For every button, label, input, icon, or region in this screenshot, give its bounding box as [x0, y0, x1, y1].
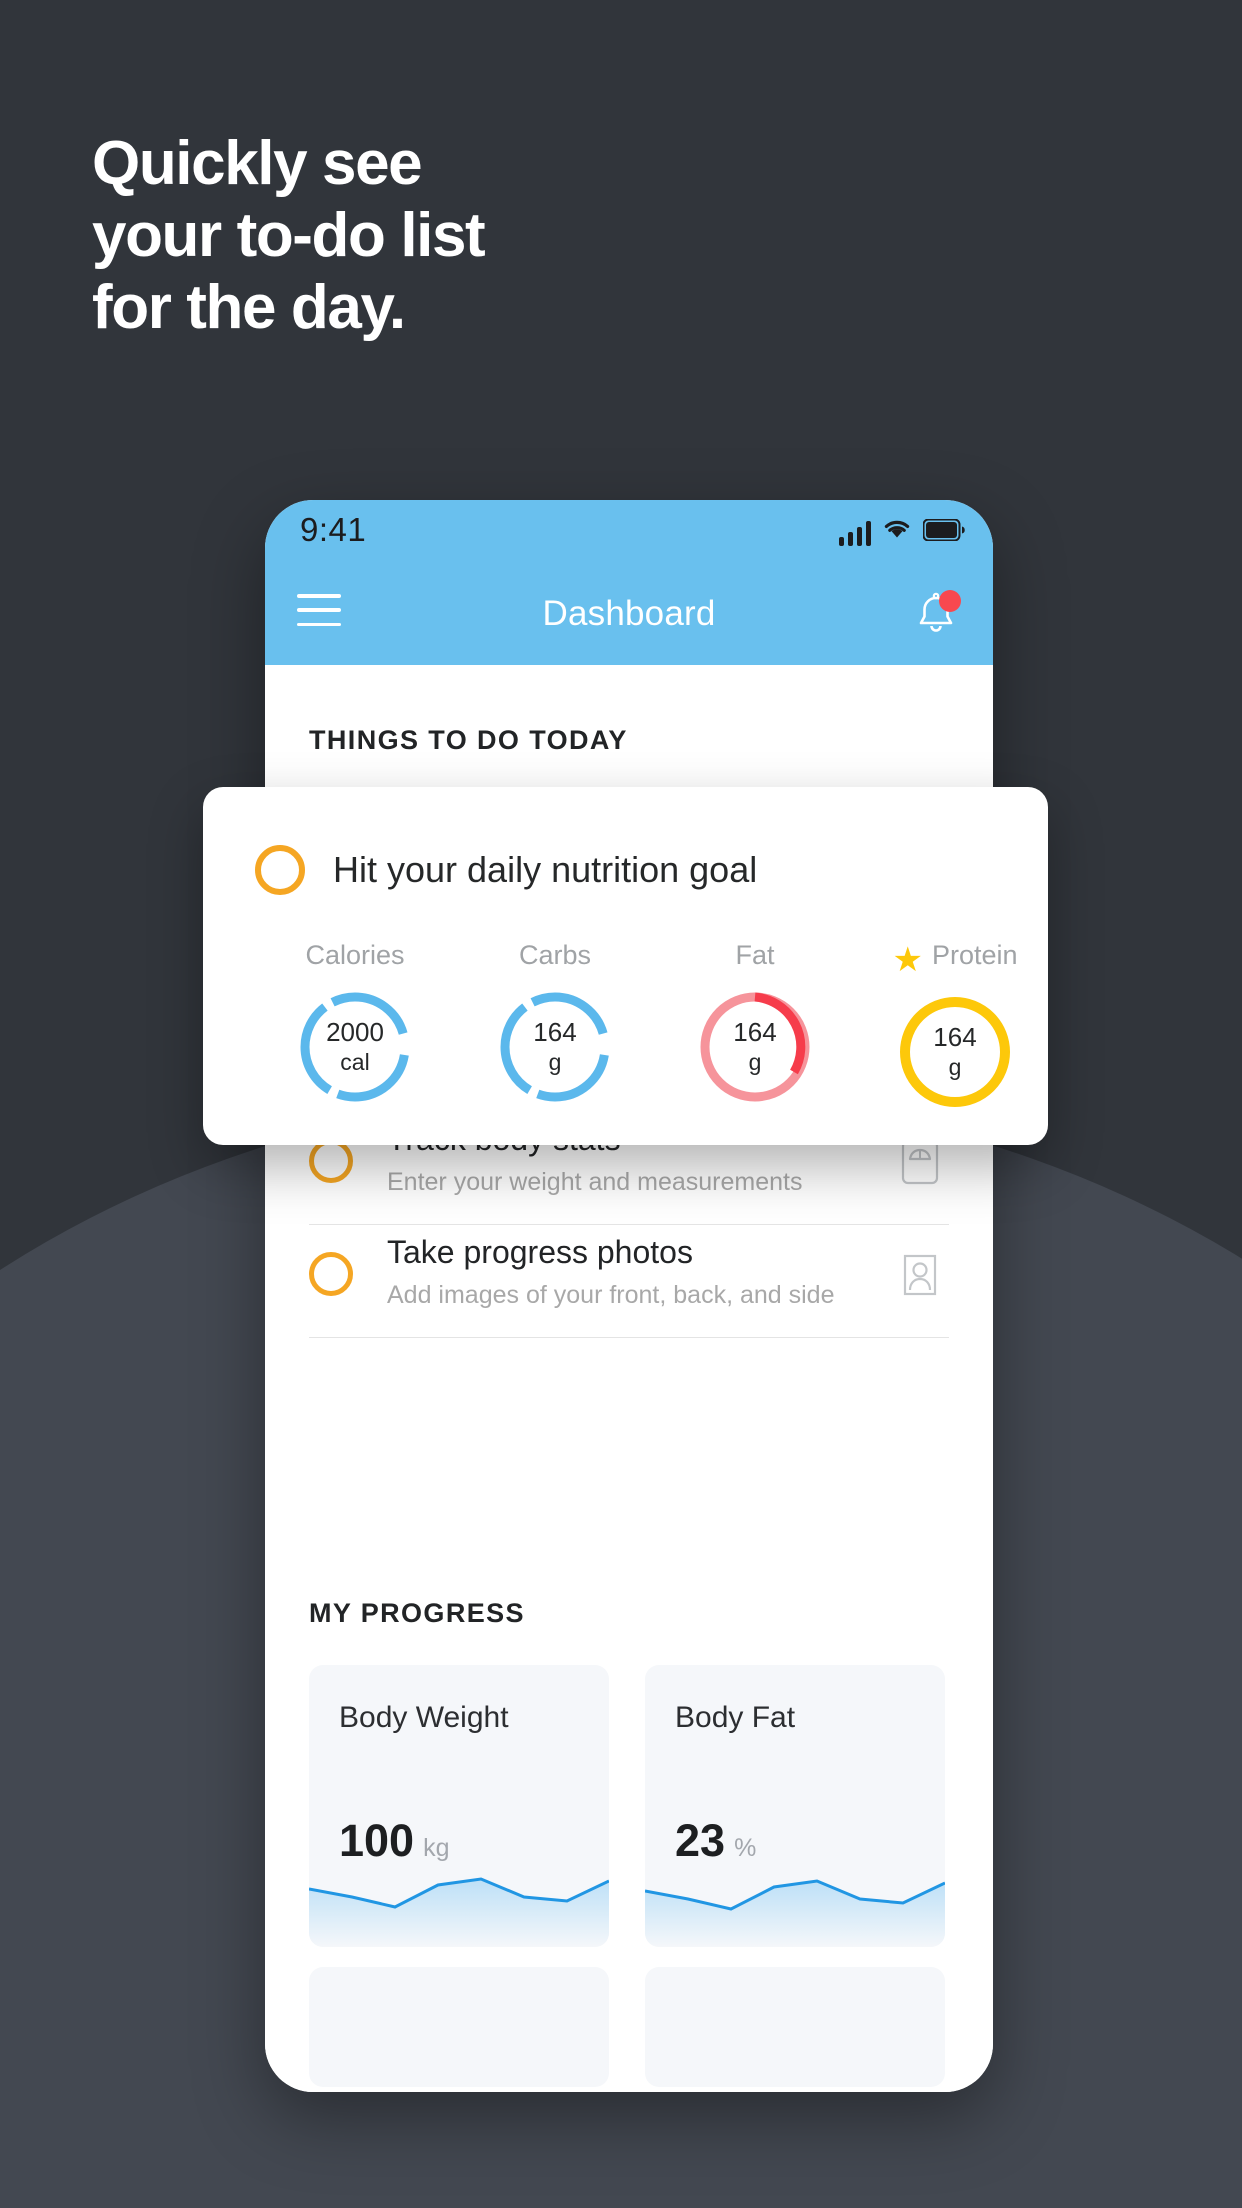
cellular-signal-icon — [838, 520, 871, 546]
progress-card-partial-right[interactable] — [645, 1967, 945, 2087]
list-divider — [309, 1224, 949, 1225]
nutrition-goal-card[interactable]: Hit your daily nutrition goal Calories 2… — [203, 787, 1048, 1145]
macro-unit: g — [548, 1049, 562, 1075]
macro-label: Carbs — [518, 940, 592, 970]
progress-sparkline-body-fat — [645, 1879, 945, 1947]
section-heading-todo: THINGS TO DO TODAY — [309, 725, 628, 755]
macro-protein[interactable]: ★ Protein 164 g — [855, 937, 1055, 1110]
macro-value-wrap: 164 g — [497, 989, 613, 1105]
phone-mockup: 9:41 Dashboard THINGS TO DO TODAY Enter … — [265, 500, 993, 2092]
progress-card-unit: % — [734, 1834, 757, 1862]
macro-value-wrap: 164 g — [697, 989, 813, 1105]
wifi-icon — [882, 517, 912, 546]
macro-value: 2000 — [326, 1017, 384, 1047]
macro-fat[interactable]: Fat 164 g — [655, 937, 855, 1105]
task-title: Take progress photos — [387, 1234, 693, 1270]
task-status-circle[interactable] — [309, 1139, 353, 1183]
macro-unit: g — [748, 1049, 762, 1075]
phone-top-bar: 9:41 Dashboard — [265, 500, 993, 665]
bell-icon[interactable] — [909, 588, 963, 642]
notification-badge — [939, 590, 961, 612]
macro-label: Protein — [931, 940, 1018, 970]
progress-card-body-fat[interactable]: Body Fat 23% — [645, 1665, 945, 1947]
macro-ring-calories: 2000 cal — [297, 989, 413, 1105]
macro-calories[interactable]: Calories 2000 cal — [255, 937, 455, 1105]
page-title: Dashboard — [542, 594, 716, 633]
list-divider — [309, 1337, 949, 1338]
task-row-progress-photos[interactable]: Take progress photos Add images of your … — [309, 1224, 949, 1334]
status-bar-icons — [838, 516, 966, 546]
progress-card-value: 100 kg — [339, 1815, 450, 1867]
task-subtitle: Enter your weight and measurements — [387, 1168, 803, 1196]
macro-label: Calories — [305, 940, 405, 970]
progress-card-unit: kg — [423, 1834, 450, 1862]
person-photo-icon — [891, 1246, 949, 1304]
progress-card-number: 23 — [675, 1815, 726, 1866]
macro-label: Fat — [735, 940, 775, 970]
progress-card-label: Body Weight — [339, 1701, 509, 1734]
status-bar: 9:41 — [265, 500, 993, 562]
task-subtitle: Add images of your front, back, and side — [387, 1281, 835, 1309]
macro-ring-fat: 164 g — [697, 989, 813, 1105]
status-bar-time: 9:41 — [300, 511, 367, 548]
macro-value-wrap: 2000 cal — [297, 989, 413, 1105]
progress-card-label: Body Fat — [675, 1701, 796, 1734]
progress-card-partial-left[interactable] — [309, 1967, 609, 2087]
macro-carbs[interactable]: Carbs 164 g — [455, 937, 655, 1105]
progress-sparkline-body-weight — [309, 1877, 609, 1947]
battery-icon — [922, 518, 965, 546]
macro-unit: cal — [340, 1049, 370, 1075]
macro-ring-protein: 164 g — [897, 994, 1013, 1110]
macro-value: 164 — [933, 1021, 977, 1052]
task-status-circle[interactable] — [255, 845, 305, 895]
star-icon: ★ — [892, 940, 923, 979]
promo-headline: Quickly see your to-do list for the day. — [92, 129, 486, 342]
progress-card-body-weight[interactable]: Body Weight 100 kg — [309, 1665, 609, 1947]
macro-value-wrap: 164 g — [897, 994, 1013, 1110]
nutrition-card-title: Hit your daily nutrition goal — [333, 849, 758, 890]
macro-unit: g — [948, 1053, 962, 1080]
macro-value: 164 — [533, 1017, 577, 1047]
progress-card-number: 100 — [339, 1815, 415, 1866]
macro-value: 164 — [733, 1017, 777, 1047]
progress-card-value: 23% — [675, 1815, 756, 1867]
task-status-circle[interactable] — [309, 1252, 353, 1296]
macro-ring-carbs: 164 g — [497, 989, 613, 1105]
section-heading-progress: MY PROGRESS — [309, 1598, 525, 1628]
nav-bar: Dashboard — [265, 562, 993, 665]
